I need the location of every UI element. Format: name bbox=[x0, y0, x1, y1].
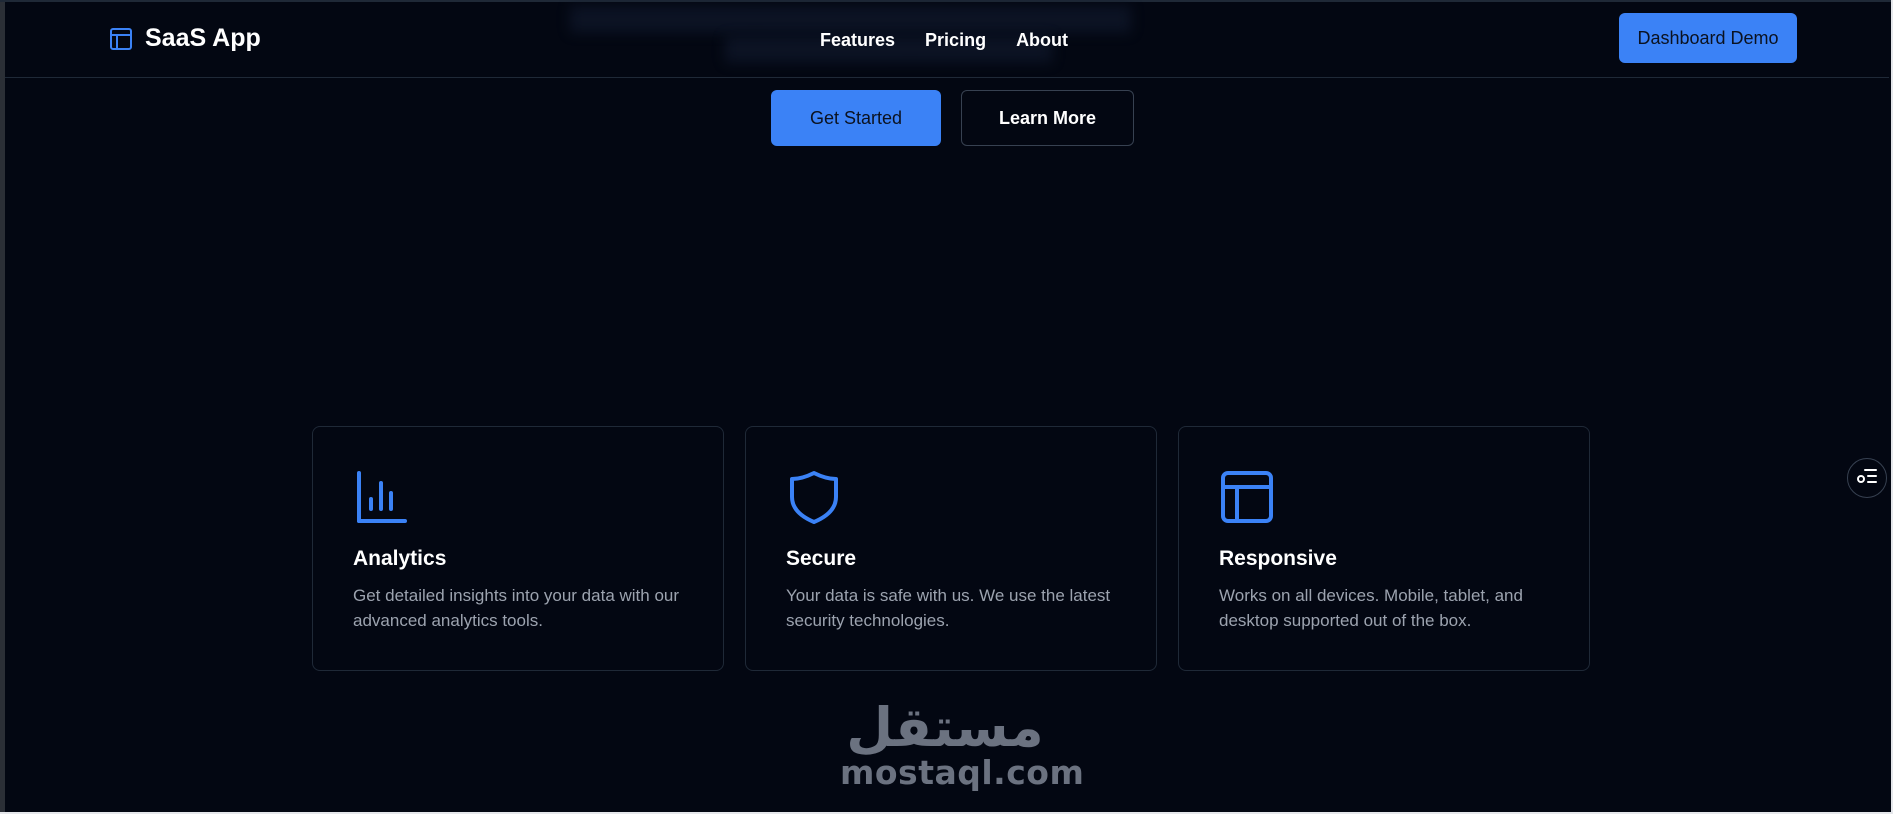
feature-title: Responsive bbox=[1219, 547, 1337, 570]
feature-card-responsive: Responsive Works on all devices. Mobile,… bbox=[1178, 426, 1590, 671]
nav-link-pricing[interactable]: Pricing bbox=[925, 30, 986, 51]
watermark-latin-text: mostaql.com bbox=[840, 753, 1085, 792]
settings-widget-button[interactable] bbox=[1847, 458, 1887, 498]
feature-card-analytics: Analytics Get detailed insights into you… bbox=[312, 426, 724, 671]
main-nav: Features Pricing About bbox=[820, 30, 1068, 51]
watermark-arabic-text: مستقل bbox=[846, 696, 1044, 759]
shield-icon bbox=[786, 469, 842, 530]
feature-card-secure: Secure Your data is safe with us. We use… bbox=[745, 426, 1157, 671]
learn-more-button[interactable]: Learn More bbox=[961, 90, 1134, 146]
nav-link-about[interactable]: About bbox=[1016, 30, 1068, 51]
feature-title: Secure bbox=[786, 547, 857, 570]
window-frame-left bbox=[0, 0, 5, 814]
site-header: ████████████████████████████████████ ███… bbox=[5, 2, 1889, 78]
dashboard-demo-button[interactable]: Dashboard Demo bbox=[1619, 13, 1797, 63]
nav-link-features[interactable]: Features bbox=[820, 30, 895, 51]
bar-chart-icon bbox=[353, 469, 409, 530]
app-name: SaaS App bbox=[145, 24, 261, 52]
feature-title: Analytics bbox=[353, 547, 447, 570]
layout-icon bbox=[109, 27, 133, 51]
blurred-hero-heading: ████████████████████████████████████ bbox=[570, 6, 1132, 31]
get-started-button[interactable]: Get Started bbox=[771, 90, 941, 146]
layout-icon bbox=[1219, 469, 1275, 530]
feature-description: Get detailed insights into your data wit… bbox=[353, 586, 680, 630]
feature-description: Works on all devices. Mobile, tablet, an… bbox=[1219, 586, 1523, 630]
feature-description: Your data is safe with us. We use the la… bbox=[786, 586, 1111, 630]
logo[interactable]: SaaS App bbox=[109, 24, 261, 53]
mostaql-watermark: مستقل mostaql.com bbox=[840, 696, 1085, 792]
settings-list-icon bbox=[1857, 468, 1877, 489]
